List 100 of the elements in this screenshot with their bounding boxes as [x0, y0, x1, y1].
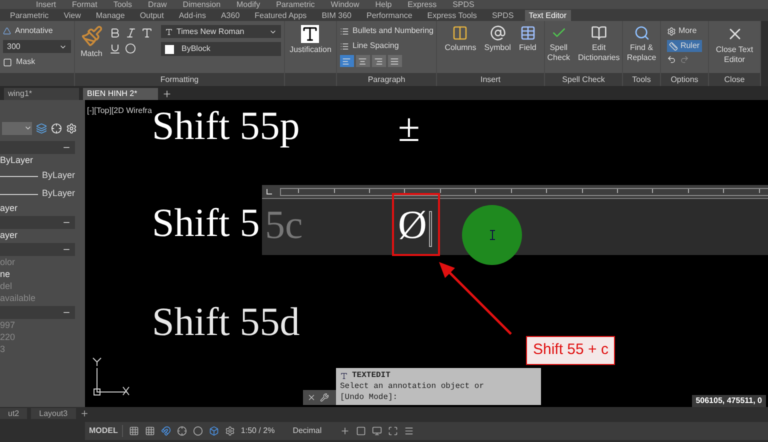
- triangle-icon: [3, 27, 11, 35]
- box-icon[interactable]: [208, 426, 219, 436]
- alignment-button[interactable]: [372, 55, 386, 67]
- layers-icon[interactable]: [36, 122, 47, 134]
- alignment-button[interactable]: [388, 55, 402, 67]
- menu-icon[interactable]: [404, 426, 414, 436]
- align-icon: [342, 56, 352, 66]
- menu-item[interactable]: Parametric: [276, 0, 315, 9]
- square-icon[interactable]: [356, 426, 366, 436]
- spell-check-button[interactable]: Spell Check: [545, 25, 572, 63]
- coordinates: 506105, 475511, 0: [692, 395, 766, 407]
- new-tab-icon[interactable]: [162, 89, 172, 99]
- drawing-text: Shift 55p: [152, 106, 300, 146]
- ribbon-tab[interactable]: SPDS: [488, 10, 518, 20]
- text-cursor-icon: [428, 210, 432, 246]
- mask-icon: [3, 58, 12, 66]
- grid-icon[interactable]: [128, 426, 139, 436]
- close-text-editor-button[interactable]: Close Text Editor: [711, 25, 758, 65]
- align-icon: [374, 56, 384, 66]
- wrench-icon[interactable]: [320, 393, 329, 402]
- settings-icon[interactable]: [66, 122, 77, 134]
- align-icon: [358, 56, 368, 66]
- document-tab[interactable]: BIEN HINH 2*: [83, 88, 158, 100]
- more-button[interactable]: More: [667, 25, 702, 37]
- drawing-text: Shift 55d: [152, 302, 300, 342]
- property-value: ayer: [0, 202, 18, 216]
- circle-icon[interactable]: [192, 426, 203, 436]
- menu-item[interactable]: Dimension: [182, 0, 221, 9]
- symbol-button[interactable]: Symbol: [482, 25, 513, 53]
- property-value: available: [0, 292, 36, 306]
- monitor-icon[interactable]: [372, 426, 382, 436]
- ribbon-tab[interactable]: Express Tools: [423, 10, 481, 20]
- search-icon: [634, 25, 650, 41]
- document-tab[interactable]: wing1*: [4, 88, 79, 100]
- menu-item[interactable]: Tools: [113, 0, 132, 9]
- color-swatch: [164, 44, 174, 54]
- model-button[interactable]: MODEL: [89, 425, 123, 437]
- tab-stop-icon: [266, 188, 272, 194]
- add-layout-icon[interactable]: [80, 409, 89, 418]
- plus-icon[interactable]: [340, 426, 350, 436]
- menu-item[interactable]: Express: [408, 0, 437, 9]
- ribbon-tab[interactable]: Parametric: [6, 10, 53, 20]
- columns-button[interactable]: Columns: [442, 25, 478, 53]
- undo-icon[interactable]: [667, 55, 676, 64]
- crosshair-icon[interactable]: [51, 122, 62, 134]
- at-icon: [490, 25, 506, 41]
- property-value: 3: [0, 343, 6, 356]
- ribbon-tab[interactable]: Performance: [362, 10, 416, 20]
- field-icon: [520, 25, 536, 41]
- bullets-button[interactable]: Bullets and Numbering: [340, 25, 434, 37]
- menu-item[interactable]: SPDS: [452, 0, 474, 9]
- ribbon-tab[interactable]: Add-ins: [174, 10, 210, 20]
- ribbon-tab[interactable]: Manage: [92, 10, 129, 20]
- ribbon-tab[interactable]: A360: [216, 10, 244, 20]
- alignment-button[interactable]: [340, 55, 354, 67]
- match-button[interactable]: Match: [78, 25, 104, 59]
- columns-icon: [452, 25, 468, 41]
- edit-dictionaries-button[interactable]: Edit Dictionaries: [576, 25, 622, 63]
- underline-icon[interactable]: [108, 43, 120, 55]
- ruler-button[interactable]: Ruler: [667, 40, 702, 52]
- ribbon-tab[interactable]: Featured Apps: [250, 10, 311, 20]
- layout-tab[interactable]: ut2: [0, 408, 28, 419]
- text-height-dropdown[interactable]: 300: [3, 40, 71, 53]
- find-replace-button[interactable]: Find & Replace: [624, 25, 658, 63]
- settings-icon[interactable]: [224, 426, 235, 436]
- ucs-axis-icon: [91, 356, 131, 398]
- menu-item[interactable]: Help: [375, 0, 392, 9]
- menu-item[interactable]: Window: [330, 0, 360, 9]
- list-icon: [340, 26, 349, 36]
- justification-button[interactable]: Justification: [288, 25, 334, 55]
- italic-icon[interactable]: [124, 27, 136, 39]
- command-title: TEXTEDIT: [352, 370, 390, 381]
- menu-item[interactable]: Modify: [236, 0, 260, 9]
- ribbon-tab[interactable]: View: [60, 10, 85, 20]
- menu-item[interactable]: Insert: [36, 0, 56, 9]
- font-dropdown[interactable]: Times New Roman: [160, 25, 280, 38]
- justification-icon: [301, 25, 320, 43]
- scale-button[interactable]: 1:50 / 2%: [240, 425, 275, 437]
- annotative-button[interactable]: Annotative: [3, 25, 71, 37]
- units-dropdown[interactable]: Decimal: [280, 425, 334, 437]
- close-icon[interactable]: [307, 393, 316, 402]
- line-spacing-button[interactable]: Line Spacing: [340, 40, 434, 52]
- menu-item[interactable]: Format: [72, 0, 98, 9]
- bold-icon[interactable]: [108, 27, 120, 39]
- ribbon-tab[interactable]: Output: [136, 10, 168, 20]
- layout-tab[interactable]: Layout3: [31, 408, 76, 419]
- alignment-button[interactable]: [356, 55, 370, 67]
- magnet-icon[interactable]: [160, 426, 171, 436]
- command-icon: [340, 372, 348, 380]
- panel-title: Paragraph: [337, 73, 436, 86]
- ribbon-tab[interactable]: BIM 360: [318, 10, 356, 20]
- field-button[interactable]: Field: [516, 25, 538, 53]
- property-value: 997: [0, 319, 16, 332]
- crosshair-icon[interactable]: [176, 426, 187, 436]
- ribbon-tab[interactable]: Text Editor: [524, 10, 571, 20]
- mask-button[interactable]: Mask: [3, 56, 71, 68]
- menu-item[interactable]: Draw: [148, 0, 167, 9]
- text-icon[interactable]: [140, 27, 152, 39]
- maximize-icon[interactable]: [388, 426, 398, 436]
- color-dropdown[interactable]: ByBlock: [160, 42, 280, 56]
